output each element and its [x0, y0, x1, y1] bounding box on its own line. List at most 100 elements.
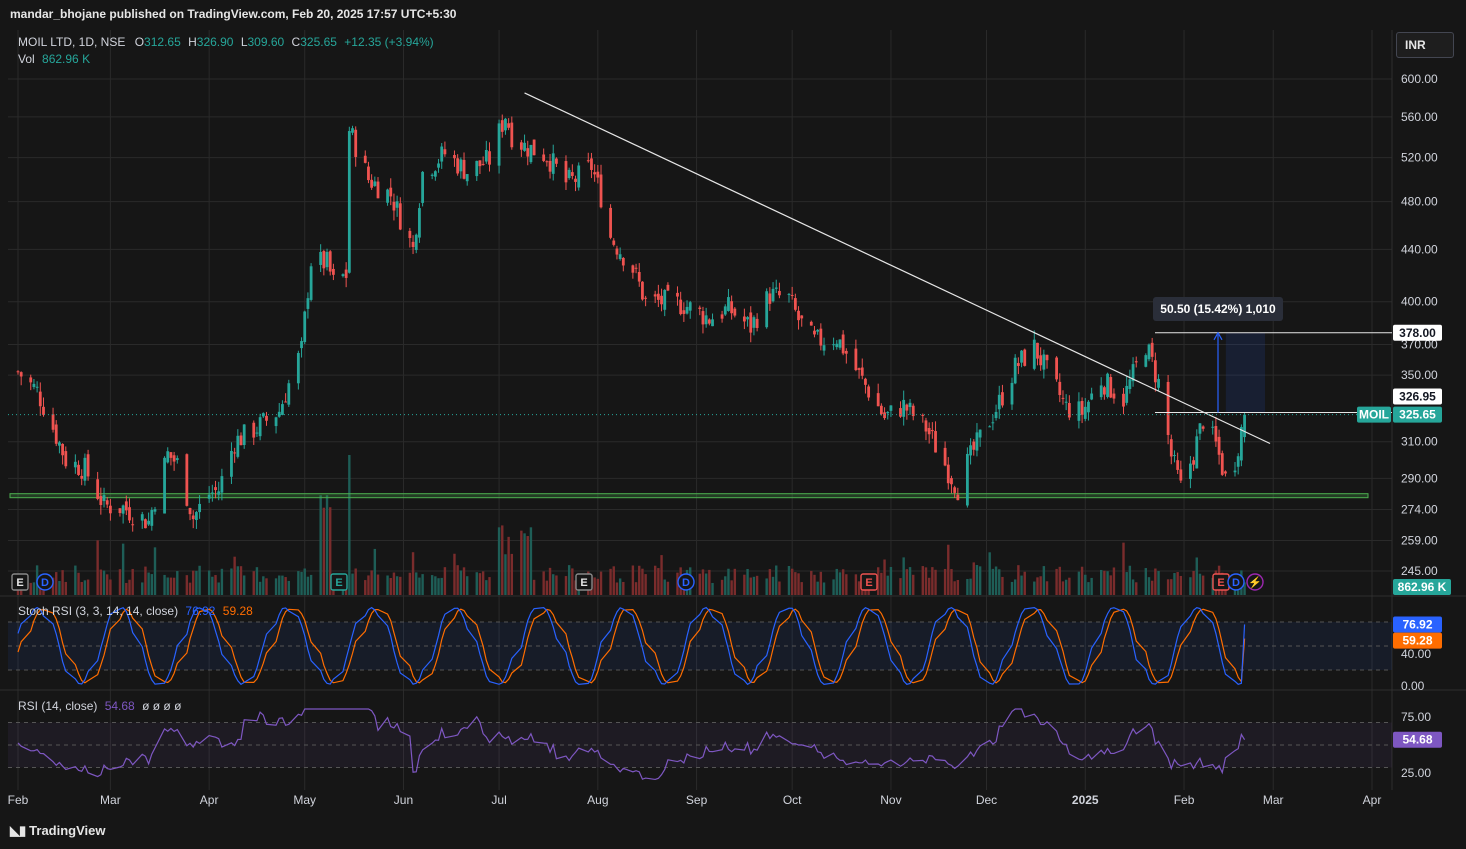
candle-body	[704, 315, 708, 325]
candle-body	[1090, 393, 1094, 400]
candle-body	[723, 306, 727, 315]
volume-bar	[373, 548, 377, 595]
candle-body	[414, 234, 418, 250]
candle-body	[1099, 385, 1103, 398]
candle-body	[927, 428, 931, 435]
time-axis-tick: Feb	[1174, 793, 1195, 807]
candle-body	[370, 179, 374, 188]
candle-body	[889, 405, 893, 411]
currency-button[interactable]: INR	[1396, 32, 1454, 58]
rsi-extra: ø ø ø ø	[142, 699, 182, 713]
volume-bar	[969, 578, 972, 595]
volume-bar	[488, 577, 491, 595]
candle-body	[1134, 361, 1138, 363]
candle-body	[61, 443, 65, 456]
stoch-d-tag: 59.28	[1402, 634, 1432, 648]
volume-bar	[252, 571, 255, 595]
time-axis-tick: Apr	[1363, 793, 1382, 807]
volume-bar	[163, 574, 166, 595]
candle-body	[214, 487, 217, 491]
volume-bar	[819, 571, 823, 595]
volume-bar	[1001, 576, 1004, 595]
candle-body	[319, 251, 323, 265]
candle-body	[965, 453, 969, 506]
volume-bar	[730, 580, 733, 595]
volume-bar	[459, 570, 463, 595]
volume-bar	[236, 566, 240, 595]
volume-bar	[596, 578, 600, 595]
candle-body	[140, 514, 144, 521]
candle-body	[599, 174, 603, 208]
volume-bar	[548, 567, 552, 595]
candle-body	[386, 189, 389, 203]
volume-bar	[233, 556, 236, 595]
volume-bar	[931, 567, 934, 595]
volume-bar	[921, 566, 924, 595]
candle-body	[742, 316, 746, 322]
candle-body	[1122, 393, 1125, 407]
volume-bar	[663, 579, 666, 595]
candle-body	[42, 406, 45, 415]
candle-body	[688, 302, 692, 311]
candle-body	[819, 328, 823, 346]
volume-bar	[800, 582, 803, 595]
stoch-rsi-legend: Stoch RSI (3, 3, 14, 14, close) 76.92 59…	[18, 604, 253, 618]
rsi-title: RSI (14, close)	[18, 699, 98, 713]
candle-body	[519, 142, 523, 150]
time-axis-tick: Jun	[394, 793, 413, 807]
volume-bar	[1013, 579, 1017, 595]
tradingview-logo[interactable]: ◣▮ TradingView	[10, 823, 106, 839]
volume-bar	[927, 577, 931, 595]
candle-body	[860, 367, 864, 376]
candle-body	[354, 129, 358, 157]
candle-body	[373, 181, 377, 186]
volume-bar	[348, 455, 351, 595]
volume-bar	[1170, 579, 1173, 595]
event-marker-label: E	[1217, 577, 1224, 589]
volume-bar	[835, 568, 838, 595]
candle-body	[1080, 401, 1084, 415]
volume-bar	[32, 582, 36, 595]
candle-body	[328, 251, 332, 272]
time-axis-tick: Dec	[976, 793, 997, 807]
volume-bar	[1045, 581, 1049, 595]
volume-bar	[198, 565, 201, 595]
volume-bar	[564, 576, 568, 595]
candle-body	[433, 171, 437, 177]
time-axis-tick: Oct	[783, 793, 802, 807]
volume-bar	[466, 576, 469, 595]
volume-bar	[265, 578, 268, 595]
volume-bar	[765, 578, 768, 595]
price-axis-tick: 245.00	[1401, 564, 1438, 578]
volume-bar	[456, 565, 459, 595]
volume-bar	[953, 581, 956, 595]
volume-bar	[430, 575, 434, 595]
stoch-rsi-title: Stoch RSI (3, 3, 14, 14, close)	[18, 604, 179, 618]
measure-label: 50.50 (15.42%) 1,010	[1160, 302, 1276, 316]
volume-bar	[905, 569, 909, 595]
time-axis-tick: Aug	[587, 793, 608, 807]
candle-body	[822, 345, 826, 351]
candle-body	[1087, 401, 1090, 413]
stoch-k-value: 76.92	[185, 604, 216, 618]
price-chart[interactable]: 600.00560.00520.00480.00440.00400.00370.…	[0, 0, 1466, 849]
candle-body	[437, 163, 440, 168]
time-axis-tick: Sep	[686, 793, 708, 807]
time-axis-tick: Apr	[200, 793, 219, 807]
volume-bar	[1058, 566, 1061, 595]
volume-bar	[998, 569, 1001, 595]
volume-bar	[991, 568, 995, 595]
candle-body	[1166, 381, 1170, 435]
volume-bar	[195, 570, 198, 595]
candle-body	[698, 307, 702, 310]
volume-bar	[567, 565, 571, 595]
candle-body	[854, 348, 858, 371]
candle-body	[1016, 363, 1020, 366]
volume-bar	[386, 575, 389, 595]
candle-body	[411, 241, 415, 248]
candle-body	[166, 451, 170, 463]
candle-body	[727, 297, 730, 311]
volume-bar	[956, 580, 960, 595]
candle-body	[1214, 426, 1218, 442]
volume-bar	[1033, 581, 1036, 595]
